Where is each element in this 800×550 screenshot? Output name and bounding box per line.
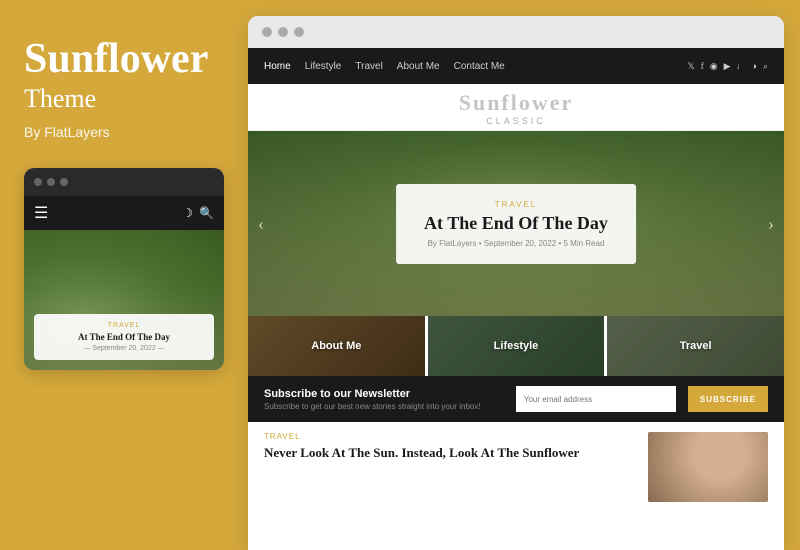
category-label-lifestyle: Lifestyle	[494, 340, 539, 352]
mobile-card-title: At The End Of The Day	[44, 332, 204, 342]
search-icon[interactable]: 🔍	[199, 206, 214, 221]
mobile-nav-icons: ☽ 🔍	[182, 206, 214, 221]
dot-1	[34, 178, 42, 186]
brand-by: By FlatLayers	[24, 124, 208, 140]
brand-name: Sunflower	[24, 36, 208, 82]
category-travel[interactable]: Travel	[607, 316, 784, 376]
nav-lifestyle[interactable]: Lifestyle	[305, 61, 342, 72]
dot-3	[60, 178, 68, 186]
site-logo-sub: Classic	[248, 116, 784, 126]
category-label-about: About Me	[311, 340, 361, 352]
newsletter-subscribe-button[interactable]: SUBSCRIBE	[688, 386, 768, 412]
newsletter-text: Subscribe to our Newsletter Subscribe to…	[264, 388, 504, 411]
hamburger-icon[interactable]: ☰	[34, 203, 48, 223]
moon-icon[interactable]: ☽	[182, 206, 193, 221]
hero-meta: By FlatLayers • September 20, 2022 • 5 M…	[424, 239, 608, 248]
nav-contact[interactable]: Contact Me	[454, 61, 505, 72]
social-icons: 𝕏 f ◉ ▶ ♩ ◑ ⌕	[687, 61, 768, 72]
newsletter-subtitle: Subscribe to get our best new stories st…	[264, 402, 504, 411]
moon-icon[interactable]: ◑	[752, 61, 757, 72]
dot-2	[47, 178, 55, 186]
nav-home[interactable]: Home	[264, 61, 291, 72]
hero-tag: Travel	[424, 200, 608, 209]
left-panel: Sunflower Theme By FlatLayers ☰ ☽ 🔍 Trav…	[0, 0, 248, 550]
instagram-icon[interactable]: ◉	[710, 61, 718, 72]
brand-title: Sunflower Theme By FlatLayers	[24, 36, 208, 140]
article-title: Never Look At The Sun. Instead, Look At …	[264, 445, 636, 462]
mobile-preview-card: ☰ ☽ 🔍 Travel At The End Of The Day Septe…	[24, 168, 224, 370]
thumbnail-image	[648, 432, 768, 502]
category-label-travel: Travel	[680, 340, 712, 352]
browser-window: Home Lifestyle Travel About Me Contact M…	[248, 16, 784, 550]
category-grid: About Me Lifestyle Travel	[248, 316, 784, 376]
nav-about[interactable]: About Me	[397, 61, 440, 72]
browser-dot-2	[278, 27, 288, 37]
browser-bar	[248, 16, 784, 48]
hero-title: At The End Of The Day	[424, 213, 608, 234]
newsletter-email-input[interactable]	[516, 386, 676, 412]
nav-links: Home Lifestyle Travel About Me Contact M…	[264, 61, 505, 72]
mobile-card-date: September 20, 2022	[44, 345, 204, 352]
brand-subtitle: Theme	[24, 84, 208, 114]
browser-dot-3	[294, 27, 304, 37]
article-thumbnail	[648, 432, 768, 502]
bottom-article: Travel Never Look At The Sun. Instead, L…	[248, 422, 784, 512]
tiktok-icon[interactable]: ♩	[737, 61, 746, 72]
hero-prev-arrow[interactable]: ‹	[258, 213, 264, 234]
newsletter-bar: Subscribe to our Newsletter Subscribe to…	[248, 376, 784, 422]
facebook-icon[interactable]: f	[701, 61, 704, 72]
newsletter-title: Subscribe to our Newsletter	[264, 388, 504, 400]
mobile-hero-image: Travel At The End Of The Day September 2…	[24, 230, 224, 370]
category-about[interactable]: About Me	[248, 316, 425, 376]
hero-section: Travel At The End Of The Day By FlatLaye…	[248, 131, 784, 316]
twitter-icon[interactable]: 𝕏	[687, 61, 694, 72]
site-logo: Sunflower	[248, 90, 784, 116]
article-text: Travel Never Look At The Sun. Instead, L…	[264, 432, 636, 502]
search-icon[interactable]: ⌕	[763, 61, 768, 72]
browser-dot-1	[262, 27, 272, 37]
hero-card: Travel At The End Of The Day By FlatLaye…	[396, 184, 636, 264]
site-nav: Home Lifestyle Travel About Me Contact M…	[248, 48, 784, 84]
mobile-article-card: Travel At The End Of The Day September 2…	[34, 314, 214, 360]
browser-content: Home Lifestyle Travel About Me Contact M…	[248, 48, 784, 550]
mobile-nav: ☰ ☽ 🔍	[24, 196, 224, 230]
youtube-icon[interactable]: ▶	[724, 61, 731, 72]
site-logo-bar: Sunflower Classic	[248, 84, 784, 131]
mobile-card-tag: Travel	[44, 322, 204, 329]
article-tag: Travel	[264, 432, 636, 441]
mobile-bar	[24, 168, 224, 196]
nav-travel[interactable]: Travel	[355, 61, 382, 72]
category-lifestyle[interactable]: Lifestyle	[428, 316, 605, 376]
hero-next-arrow[interactable]: ›	[768, 213, 774, 234]
